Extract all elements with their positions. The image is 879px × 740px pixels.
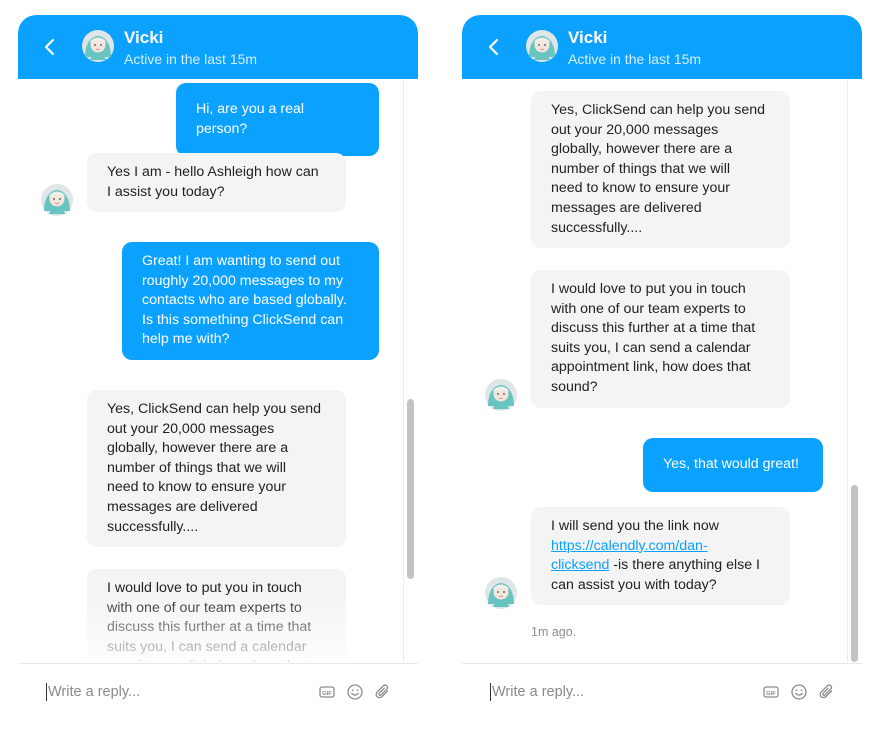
fade-overlay	[462, 632, 847, 662]
chat-panel-left: Vicki Active in the last 15m Hi, are you…	[18, 15, 418, 721]
agent-status: Active in the last 15m	[568, 51, 702, 67]
text-caret	[490, 683, 491, 701]
gif-icon[interactable]: GIF	[318, 683, 336, 701]
chat-header: Vicki Active in the last 15m	[18, 15, 418, 79]
composer: GIF	[18, 663, 418, 721]
attachment-icon[interactable]	[374, 683, 392, 701]
agent-message: Yes, ClickSend can help you send out you…	[87, 390, 346, 548]
agent-avatar	[41, 184, 73, 216]
message-text: can assist you with today?	[551, 576, 717, 593]
agent-message: Yes I am - hello Ashleigh how can I assi…	[87, 153, 346, 213]
scrollbar[interactable]	[407, 399, 414, 579]
message-timestamp: 1m ago.	[531, 625, 577, 639]
agent-message: I will send you the link now https://cal…	[531, 507, 790, 606]
gif-icon[interactable]: GIF	[762, 683, 780, 701]
user-message: Great! I am wanting to send out roughly …	[122, 242, 379, 360]
agent-message: Yes, ClickSend can help you send out you…	[531, 91, 790, 249]
message-text: -is there anything else I	[609, 557, 760, 574]
reply-input[interactable]	[48, 680, 288, 704]
message-thread[interactable]: Yes, ClickSend can help you send out you…	[462, 79, 848, 662]
composer: GIF	[462, 663, 862, 721]
agent-avatar	[485, 379, 517, 411]
back-arrow-icon[interactable]	[482, 35, 506, 59]
message-thread[interactable]: Hi, are you a real person? Yes I am - he…	[18, 79, 404, 662]
emoji-icon[interactable]	[346, 683, 364, 701]
calendly-link[interactable]: https://calendly.com/dan-	[551, 538, 708, 554]
agent-message: I would love to put you in touch with on…	[531, 270, 790, 408]
agent-avatar	[526, 30, 558, 62]
scrollbar[interactable]	[851, 485, 858, 662]
reply-input[interactable]	[492, 680, 732, 704]
agent-status: Active in the last 15m	[124, 51, 258, 67]
agent-name: Vicki	[568, 28, 608, 47]
agent-avatar	[485, 577, 517, 609]
back-arrow-icon[interactable]	[38, 35, 62, 59]
calendly-link[interactable]: clicksend	[551, 557, 609, 573]
chat-panel-right: Vicki Active in the last 15m Yes, ClickS…	[462, 15, 862, 721]
emoji-icon[interactable]	[790, 683, 808, 701]
user-message: Hi, are you a real person?	[176, 83, 379, 157]
attachment-icon[interactable]	[818, 683, 836, 701]
agent-message: I would love to put you in touch with on…	[87, 569, 346, 662]
chat-header: Vicki Active in the last 15m	[462, 15, 862, 79]
message-text: I will send you the link now	[551, 518, 719, 534]
user-message: Yes, that would great!	[643, 438, 823, 492]
svg-text:GIF: GIF	[322, 691, 332, 697]
agent-name: Vicki	[124, 28, 164, 47]
agent-avatar	[82, 30, 114, 62]
text-caret	[46, 683, 47, 701]
svg-text:GIF: GIF	[766, 691, 776, 697]
